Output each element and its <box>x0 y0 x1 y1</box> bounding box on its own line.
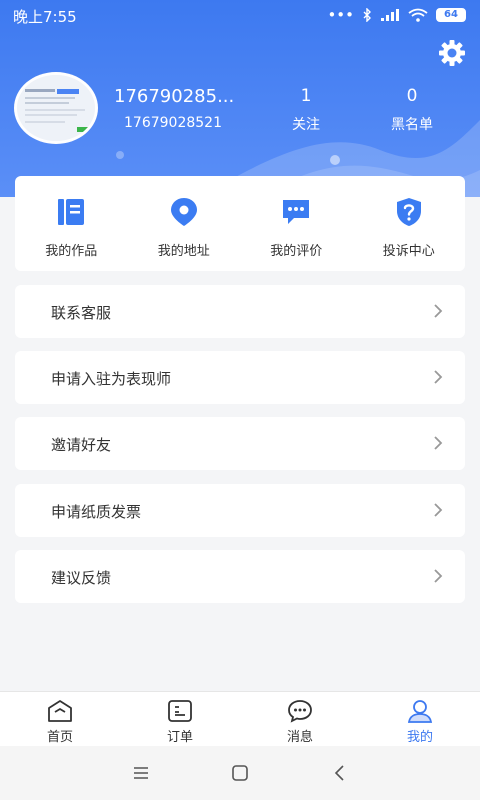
back-arrow-icon[interactable] <box>328 761 352 785</box>
quick-action-address-label: 我的地址 <box>157 244 210 259</box>
stat-blacklist[interactable]: 0 黑名单 <box>372 86 452 134</box>
quick-actions-card: 我的作品 我的地址 我的评价 投诉中心 <box>15 176 465 271</box>
user-name: 176790285... <box>114 86 235 107</box>
stat-blacklist-label: 黑名单 <box>391 117 433 133</box>
tab-home[interactable]: 首页 <box>0 692 120 746</box>
settings-gear-icon[interactable] <box>437 38 467 68</box>
quick-action-reviews-label: 我的评价 <box>270 244 323 259</box>
chevron-right-icon <box>434 436 443 450</box>
menu-apply-designer-label: 申请入驻为表现师 <box>51 370 172 388</box>
chevron-right-icon <box>434 370 443 384</box>
profile-icon <box>407 700 433 723</box>
tab-messages[interactable]: 消息 <box>240 692 360 746</box>
menu-invite-friends-label: 邀请好友 <box>51 436 112 454</box>
stat-following-count: 1 <box>300 86 312 106</box>
signal-icon <box>381 9 399 21</box>
chevron-right-icon <box>434 304 443 318</box>
menu-paper-invoice[interactable]: 申请纸质发票 <box>15 484 465 537</box>
tab-messages-label: 消息 <box>286 730 313 745</box>
more-dots-icon: ••• <box>327 6 354 24</box>
bottom-tab-bar: 首页 订单 消息 我的 <box>0 691 480 746</box>
menu-paper-invoice-label: 申请纸质发票 <box>51 503 142 521</box>
tab-orders[interactable]: 订单 <box>120 692 240 746</box>
stat-following[interactable]: 1 关注 <box>266 86 346 134</box>
menu-lines-icon[interactable] <box>129 761 153 785</box>
avatar[interactable] <box>14 72 98 144</box>
quick-action-works-label: 我的作品 <box>45 244 98 259</box>
status-icons: ••• 64 <box>327 6 466 24</box>
menu-feedback[interactable]: 建议反馈 <box>15 550 465 603</box>
tab-home-label: 首页 <box>46 730 73 745</box>
tab-mine[interactable]: 我的 <box>360 692 480 746</box>
works-icon <box>58 199 85 225</box>
wifi-icon <box>408 8 428 22</box>
menu-invite-friends[interactable]: 邀请好友 <box>15 417 465 470</box>
location-pin-icon <box>170 198 197 226</box>
shield-question-icon <box>396 198 421 226</box>
system-nav-bar <box>0 746 480 800</box>
quick-action-reviews[interactable]: 我的评价 <box>240 176 353 271</box>
menu-contact-support[interactable]: 联系客服 <box>15 285 465 338</box>
message-icon <box>288 700 312 723</box>
bluetooth-icon <box>363 8 371 22</box>
quick-action-works[interactable]: 我的作品 <box>15 176 128 271</box>
status-time: 晚上7:55 <box>13 8 77 26</box>
order-icon <box>168 700 192 722</box>
user-id: 17679028521 <box>124 115 222 131</box>
menu-feedback-label: 建议反馈 <box>51 569 112 587</box>
stat-following-label: 关注 <box>292 117 320 133</box>
stat-blacklist-count: 0 <box>406 86 418 106</box>
chevron-right-icon <box>434 569 443 583</box>
chevron-right-icon <box>434 503 443 517</box>
tab-orders-label: 订单 <box>166 730 193 745</box>
menu-apply-designer[interactable]: 申请入驻为表现师 <box>15 351 465 404</box>
quick-action-complaints-label: 投诉中心 <box>382 244 435 259</box>
quick-action-complaints[interactable]: 投诉中心 <box>353 176 466 271</box>
comment-icon <box>283 200 310 224</box>
menu-contact-support-label: 联系客服 <box>51 304 112 322</box>
home-square-icon[interactable] <box>228 761 252 785</box>
battery-indicator: 64 <box>436 8 466 22</box>
quick-action-address[interactable]: 我的地址 <box>128 176 241 271</box>
status-bar: 晚上7:55 ••• 64 <box>0 0 480 30</box>
home-icon <box>48 700 72 722</box>
tab-mine-label: 我的 <box>406 730 433 745</box>
